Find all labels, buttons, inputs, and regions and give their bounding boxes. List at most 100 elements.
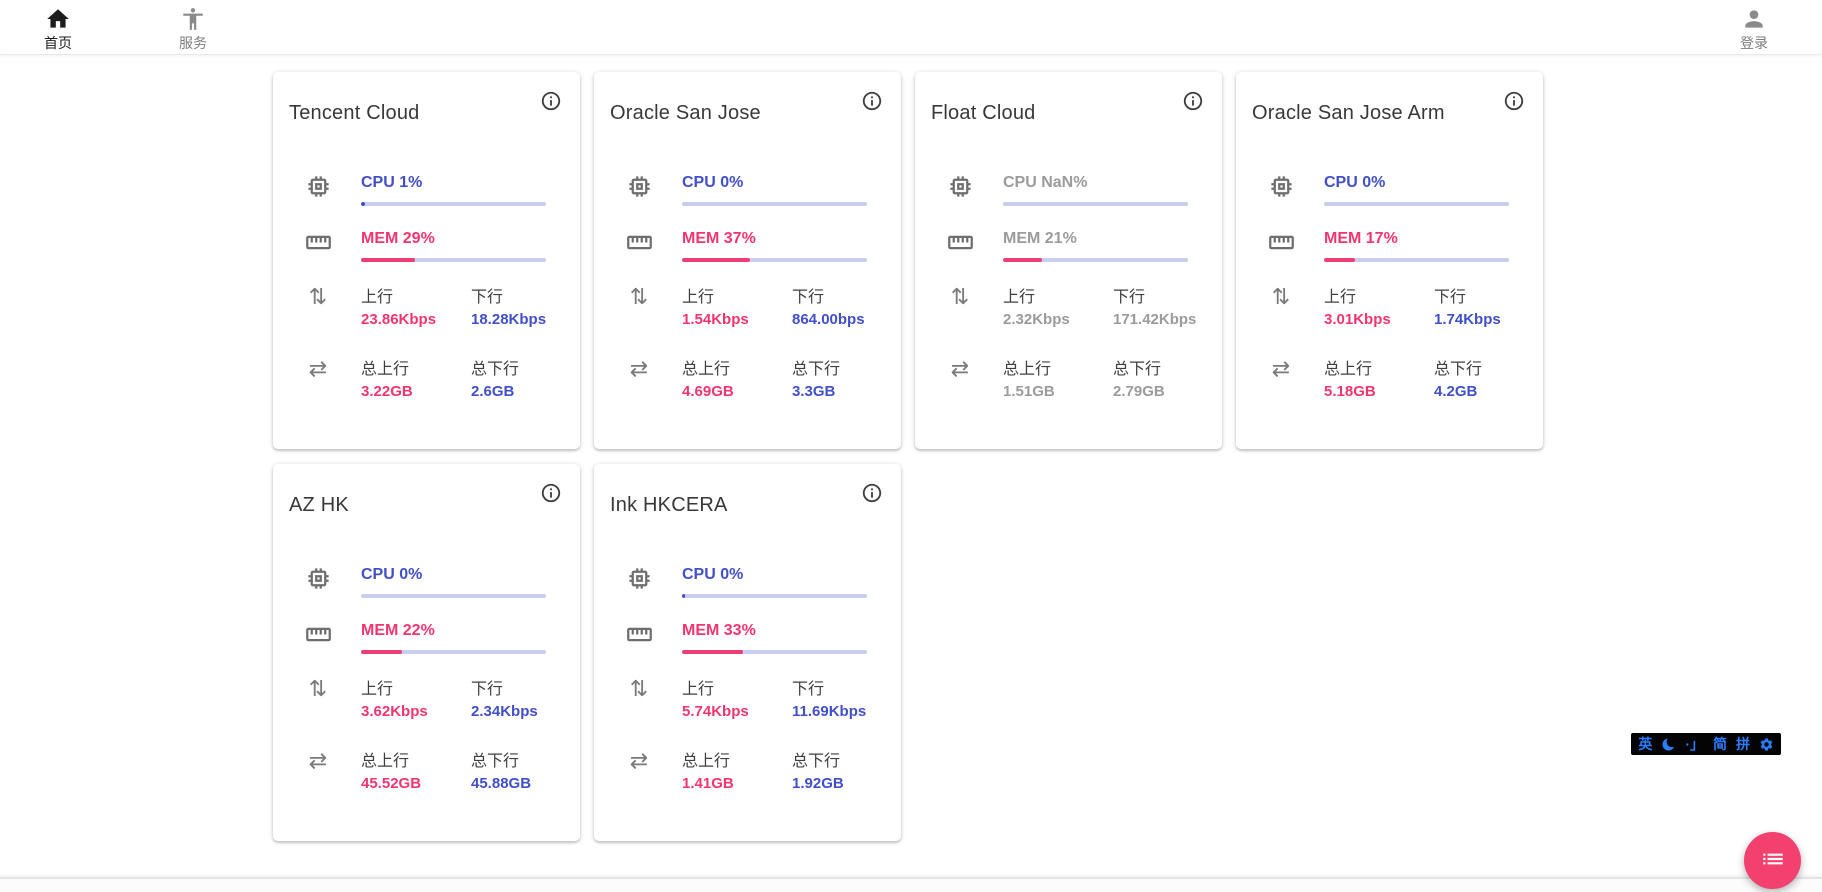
nav-item-login[interactable]: 登录 bbox=[1730, 2, 1778, 53]
cpu-label: CPU 0% bbox=[682, 173, 867, 193]
cpu-label: CPU 0% bbox=[361, 565, 546, 585]
total-download-value: 45.88GB bbox=[471, 774, 546, 794]
info-icon[interactable] bbox=[1182, 90, 1204, 112]
nav-label-services: 服务 bbox=[179, 33, 207, 53]
mem-gauge: MEM 33% bbox=[682, 621, 867, 654]
mem-bar-track bbox=[682, 258, 867, 262]
server-title: Oracle San Jose bbox=[610, 102, 761, 125]
upload-label: 上行 bbox=[682, 679, 792, 700]
cpu-chip-icon bbox=[1267, 173, 1295, 200]
mem-label: MEM 17% bbox=[1324, 229, 1509, 249]
upload-speed: 上行 5.74Kbps bbox=[682, 679, 792, 722]
mem-bar-track bbox=[682, 650, 867, 654]
mem-bar-track bbox=[361, 258, 546, 262]
download-label: 下行 bbox=[471, 679, 546, 700]
speed-row: ⇅ 上行 3.62Kbps 下行 2.34Kbps bbox=[289, 679, 580, 722]
info-icon[interactable] bbox=[861, 482, 883, 504]
upload-value: 2.32Kbps bbox=[1003, 310, 1113, 330]
info-icon[interactable] bbox=[540, 482, 562, 504]
speed-columns: 上行 3.62Kbps 下行 2.34Kbps bbox=[361, 679, 546, 722]
moon-icon[interactable] bbox=[1661, 737, 1676, 752]
download-label: 下行 bbox=[1113, 287, 1196, 308]
card-header: Tencent Cloud bbox=[289, 90, 580, 125]
server-title: AZ HK bbox=[289, 494, 349, 517]
total-download-value: 2.79GB bbox=[1113, 382, 1188, 402]
memory-ruler-icon bbox=[304, 229, 332, 256]
server-cards-grid: Tencent Cloud CPU 1% bbox=[273, 72, 1543, 841]
total-download-value: 4.2GB bbox=[1434, 382, 1509, 402]
mem-bar-track bbox=[1003, 258, 1188, 262]
server-stats: CPU 0% MEM 37% ⇅ bbox=[610, 173, 901, 402]
ime-punctuation-indicator[interactable]: ·」 bbox=[1685, 733, 1704, 755]
list-icon bbox=[1760, 846, 1786, 875]
ime-language-indicator[interactable]: 英 bbox=[1638, 733, 1652, 755]
info-icon[interactable] bbox=[1503, 90, 1525, 112]
server-stats: CPU NaN% MEM 21% ⇅ bbox=[931, 173, 1222, 402]
cpu-chip-icon bbox=[625, 173, 653, 200]
upload-speed: 上行 3.01Kbps bbox=[1324, 287, 1434, 330]
memory-ruler-icon bbox=[946, 229, 974, 256]
cpu-gauge: CPU 0% bbox=[682, 173, 867, 206]
nav-item-services[interactable]: 服务 bbox=[169, 2, 217, 53]
up-down-arrows-icon: ⇅ bbox=[304, 287, 332, 309]
swap-horizontal-icon: ⇄ bbox=[625, 359, 653, 381]
total-columns: 总上行 1.51GB 总下行 2.79GB bbox=[1003, 359, 1188, 402]
mem-row: MEM 17% bbox=[1252, 229, 1543, 262]
speed-columns: 上行 2.32Kbps 下行 171.42Kbps bbox=[1003, 287, 1188, 330]
total-row: ⇄ 总上行 45.52GB 总下行 45.88GB bbox=[289, 751, 580, 794]
cpu-bar-track bbox=[361, 594, 546, 598]
upload-label: 上行 bbox=[1003, 287, 1113, 308]
download-speed: 下行 864.00bps bbox=[792, 287, 867, 330]
server-title: Ink HKCERA bbox=[610, 494, 728, 517]
info-icon[interactable] bbox=[861, 90, 883, 112]
speed-columns: 上行 23.86Kbps 下行 18.28Kbps bbox=[361, 287, 546, 330]
memory-ruler-icon bbox=[1267, 229, 1295, 256]
memory-ruler-icon bbox=[625, 229, 653, 256]
speed-row: ⇅ 上行 5.74Kbps 下行 11.69Kbps bbox=[610, 679, 901, 722]
info-icon[interactable] bbox=[540, 90, 562, 112]
server-stats: CPU 0% MEM 22% ⇅ bbox=[289, 565, 580, 794]
total-download-label: 总下行 bbox=[471, 751, 546, 772]
total-row: ⇄ 总上行 1.51GB 总下行 2.79GB bbox=[931, 359, 1222, 402]
mem-bar-fill bbox=[361, 258, 415, 262]
server-list-fab[interactable] bbox=[1744, 832, 1801, 889]
cpu-gauge: CPU NaN% bbox=[1003, 173, 1188, 206]
total-columns: 总上行 45.52GB 总下行 45.88GB bbox=[361, 751, 546, 794]
swap-horizontal-icon: ⇄ bbox=[946, 359, 974, 381]
total-download-label: 总下行 bbox=[1113, 359, 1188, 380]
mem-gauge: MEM 17% bbox=[1324, 229, 1509, 262]
total-download-label: 总下行 bbox=[792, 359, 867, 380]
cpu-gauge: CPU 0% bbox=[361, 565, 546, 598]
mem-bar-fill bbox=[1003, 258, 1042, 262]
server-card: AZ HK CPU 0% bbox=[273, 464, 580, 841]
total-upload-label: 总上行 bbox=[682, 359, 792, 380]
nav-item-home[interactable]: 首页 bbox=[34, 2, 82, 53]
gear-icon[interactable] bbox=[1759, 737, 1774, 752]
mem-label: MEM 37% bbox=[682, 229, 867, 249]
total-upload: 总上行 4.69GB bbox=[682, 359, 792, 402]
swap-horizontal-icon: ⇄ bbox=[625, 751, 653, 773]
download-label: 下行 bbox=[471, 287, 546, 308]
cpu-bar-fill bbox=[361, 202, 365, 206]
home-icon bbox=[45, 6, 71, 32]
total-upload-label: 总上行 bbox=[361, 751, 471, 772]
mem-row: MEM 37% bbox=[610, 229, 901, 262]
server-title: Tencent Cloud bbox=[289, 102, 419, 125]
server-title: Oracle San Jose Arm bbox=[1252, 102, 1445, 125]
total-download-label: 总下行 bbox=[792, 751, 867, 772]
card-header: Ink HKCERA bbox=[610, 482, 901, 517]
server-title: Float Cloud bbox=[931, 102, 1035, 125]
total-download: 总下行 2.6GB bbox=[471, 359, 546, 402]
mem-row: MEM 21% bbox=[931, 229, 1222, 262]
upload-value: 1.54Kbps bbox=[682, 310, 792, 330]
ime-pinyin-indicator[interactable]: 拼 bbox=[1736, 733, 1750, 755]
swap-horizontal-icon: ⇄ bbox=[1267, 359, 1295, 381]
total-download-label: 总下行 bbox=[1434, 359, 1509, 380]
nav-label-login: 登录 bbox=[1740, 33, 1768, 53]
cpu-row: CPU 0% bbox=[610, 565, 901, 598]
cpu-label: CPU 0% bbox=[1324, 173, 1509, 193]
cpu-bar-track bbox=[1003, 202, 1188, 206]
download-value: 11.69Kbps bbox=[792, 702, 867, 722]
download-label: 下行 bbox=[792, 287, 867, 308]
ime-simplified-indicator[interactable]: 简 bbox=[1713, 733, 1727, 755]
